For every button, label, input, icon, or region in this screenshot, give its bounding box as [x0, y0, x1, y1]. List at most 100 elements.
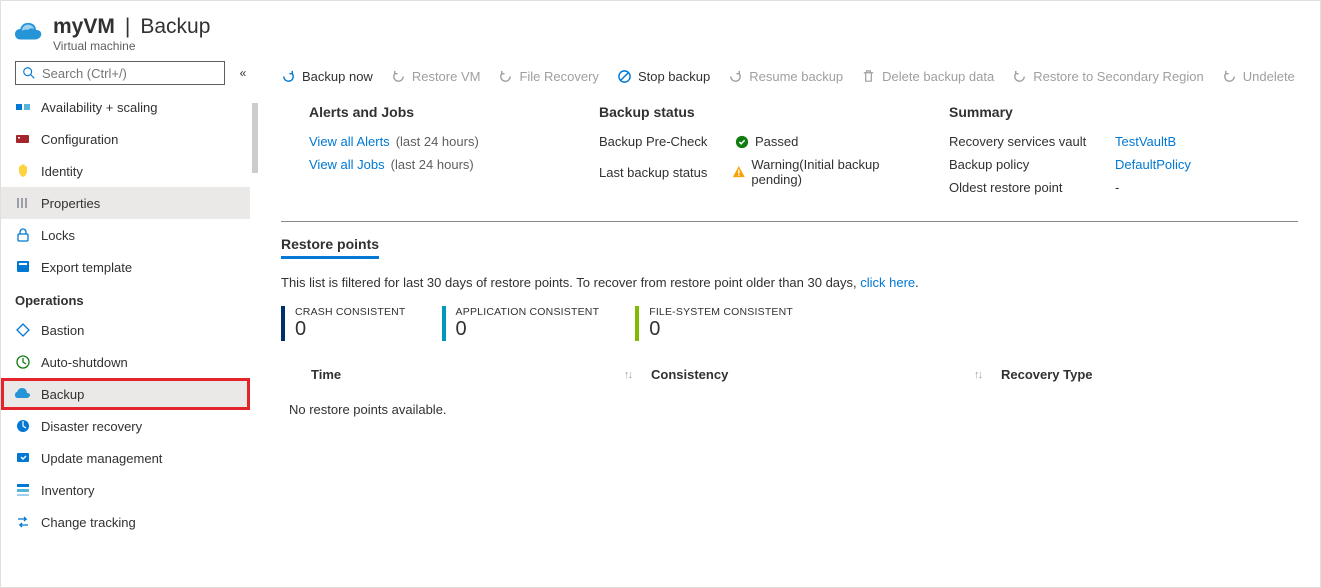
- alerts-heading: Alerts and Jobs: [309, 104, 579, 120]
- collapse-sidebar-button[interactable]: «: [233, 66, 253, 80]
- search-box[interactable]: [15, 61, 225, 85]
- file-recovery-button: File Recovery: [498, 69, 598, 84]
- restore-vm-button: Restore VM: [391, 69, 481, 84]
- sidebar-item-label: Availability + scaling: [41, 100, 157, 115]
- counter-value: 0: [649, 318, 793, 341]
- undelete-icon: [1222, 69, 1237, 84]
- sidebar-item-update-management[interactable]: Update management: [1, 442, 250, 474]
- toolbar-label: Restore VM: [412, 69, 481, 84]
- restore-points-section: Restore points This list is filtered for…: [259, 222, 1320, 417]
- precheck-label: Backup Pre-Check: [599, 134, 729, 149]
- summary-vault-link[interactable]: TestVaultB: [1115, 134, 1176, 149]
- counter-crash-consistent: CRASH CONSISTENT 0: [281, 306, 406, 341]
- toolbar-label: Undelete: [1243, 69, 1295, 84]
- toolbar-label: Backup now: [302, 69, 373, 84]
- page-subtitle: Virtual machine: [53, 39, 210, 53]
- sidebar-item-label: Auto-shutdown: [41, 355, 128, 370]
- col-header-time[interactable]: Time ↑↓: [311, 367, 651, 382]
- restore-desc-link[interactable]: click here: [860, 275, 915, 290]
- backup-now-button[interactable]: Backup now: [281, 69, 373, 84]
- summary-policy-link[interactable]: DefaultPolicy: [1115, 157, 1191, 172]
- sidebar-item-bastion[interactable]: Bastion: [1, 314, 250, 346]
- sidebar-item-inventory[interactable]: Inventory: [1, 474, 250, 506]
- page-section: Backup: [140, 15, 210, 39]
- view-all-jobs-suffix: (last 24 hours): [391, 157, 474, 172]
- toolbar-label: Restore to Secondary Region: [1033, 69, 1204, 84]
- counter-value: 0: [295, 318, 406, 341]
- sidebar-item-label: Disaster recovery: [41, 419, 142, 434]
- sidebar-item-label: Bastion: [41, 323, 84, 338]
- restore-secondary-button: Restore to Secondary Region: [1012, 69, 1204, 84]
- last-status-label: Last backup status: [599, 165, 726, 180]
- sidebar-item-label: Configuration: [41, 132, 118, 147]
- check-circle-icon: [735, 135, 749, 149]
- restore-points-table: Time ↑↓ Consistency ↑↓ Recovery Type No …: [281, 361, 1298, 417]
- sidebar-item-label: Change tracking: [41, 515, 136, 530]
- sidebar-item-label: Properties: [41, 196, 100, 211]
- toolbar: Backup now Restore VM File Recovery Stop…: [259, 61, 1320, 94]
- sidebar-item-locks[interactable]: Locks: [1, 219, 250, 251]
- file-recovery-icon: [498, 69, 513, 84]
- sidebar-item-properties[interactable]: Properties: [1, 187, 250, 219]
- warning-triangle-icon: [732, 165, 746, 179]
- toolbar-label: Resume backup: [749, 69, 843, 84]
- backup-status-section: Backup status Backup Pre-Check Passed La…: [599, 104, 929, 203]
- vm-cloud-icon: [15, 22, 43, 46]
- col-header-consistency[interactable]: Consistency ↑↓: [651, 367, 1001, 382]
- sidebar-item-label: Locks: [41, 228, 75, 243]
- update-icon: [15, 450, 31, 466]
- restore-secondary-icon: [1012, 69, 1027, 84]
- sidebar-item-disaster-recovery[interactable]: Disaster recovery: [1, 410, 250, 442]
- col-header-label: Time: [311, 367, 341, 382]
- summary-vault-label: Recovery services vault: [949, 134, 1109, 149]
- sidebar-item-label: Export template: [41, 260, 132, 275]
- clock-icon: [15, 354, 31, 370]
- sidebar: « Availability + scaling Configuration I…: [1, 61, 259, 587]
- page-title: myVM: [53, 15, 115, 39]
- col-header-label: Recovery Type: [1001, 367, 1093, 382]
- stop-backup-icon: [617, 69, 632, 84]
- page-header: myVM | Backup Virtual machine: [1, 1, 1320, 61]
- last-status-value: Warning(Initial backup pending): [751, 157, 929, 187]
- restore-desc-prefix: This list is filtered for last 30 days o…: [281, 275, 860, 290]
- restore-desc-suffix: .: [915, 275, 919, 290]
- sort-icon: ↑↓: [624, 369, 631, 381]
- backup-now-icon: [281, 69, 296, 84]
- disaster-recovery-icon: [15, 418, 31, 434]
- sidebar-item-label: Identity: [41, 164, 83, 179]
- sidebar-item-label: Inventory: [41, 483, 94, 498]
- resume-backup-icon: [728, 69, 743, 84]
- main-content: Backup now Restore VM File Recovery Stop…: [259, 61, 1320, 587]
- change-tracking-icon: [15, 514, 31, 530]
- configuration-icon: [15, 131, 31, 147]
- stop-backup-button[interactable]: Stop backup: [617, 69, 710, 84]
- lock-icon: [15, 227, 31, 243]
- sidebar-item-availability-scaling[interactable]: Availability + scaling: [1, 91, 250, 123]
- view-all-alerts-link[interactable]: View all Alerts: [309, 134, 390, 149]
- sidebar-item-change-tracking[interactable]: Change tracking: [1, 506, 250, 538]
- counter-label: APPLICATION CONSISTENT: [456, 306, 600, 318]
- sidebar-item-configuration[interactable]: Configuration: [1, 123, 250, 155]
- sidebar-item-identity[interactable]: Identity: [1, 155, 250, 187]
- export-template-icon: [15, 259, 31, 275]
- toolbar-label: Stop backup: [638, 69, 710, 84]
- sidebar-item-backup[interactable]: Backup: [1, 378, 250, 410]
- sidebar-item-export-template[interactable]: Export template: [1, 251, 250, 283]
- scrollbar-thumb[interactable]: [252, 103, 258, 173]
- backup-icon: [15, 386, 31, 402]
- toolbar-label: Delete backup data: [882, 69, 994, 84]
- restore-points-tab[interactable]: Restore points: [281, 236, 379, 259]
- restore-vm-icon: [391, 69, 406, 84]
- col-header-recovery-type[interactable]: Recovery Type: [1001, 367, 1298, 382]
- counter-value: 0: [456, 318, 600, 341]
- trash-icon: [861, 69, 876, 84]
- counter-file-system-consistent: FILE-SYSTEM CONSISTENT 0: [635, 306, 793, 341]
- sidebar-item-auto-shutdown[interactable]: Auto-shutdown: [1, 346, 250, 378]
- summary-policy-label: Backup policy: [949, 157, 1109, 172]
- view-all-jobs-link[interactable]: View all Jobs: [309, 157, 385, 172]
- view-all-alerts-suffix: (last 24 hours): [396, 134, 479, 149]
- scaling-icon: [15, 99, 31, 115]
- search-input[interactable]: [36, 66, 218, 81]
- sidebar-nav[interactable]: Availability + scaling Configuration Ide…: [1, 91, 259, 587]
- alerts-jobs-section: Alerts and Jobs View all Alerts (last 24…: [309, 104, 579, 203]
